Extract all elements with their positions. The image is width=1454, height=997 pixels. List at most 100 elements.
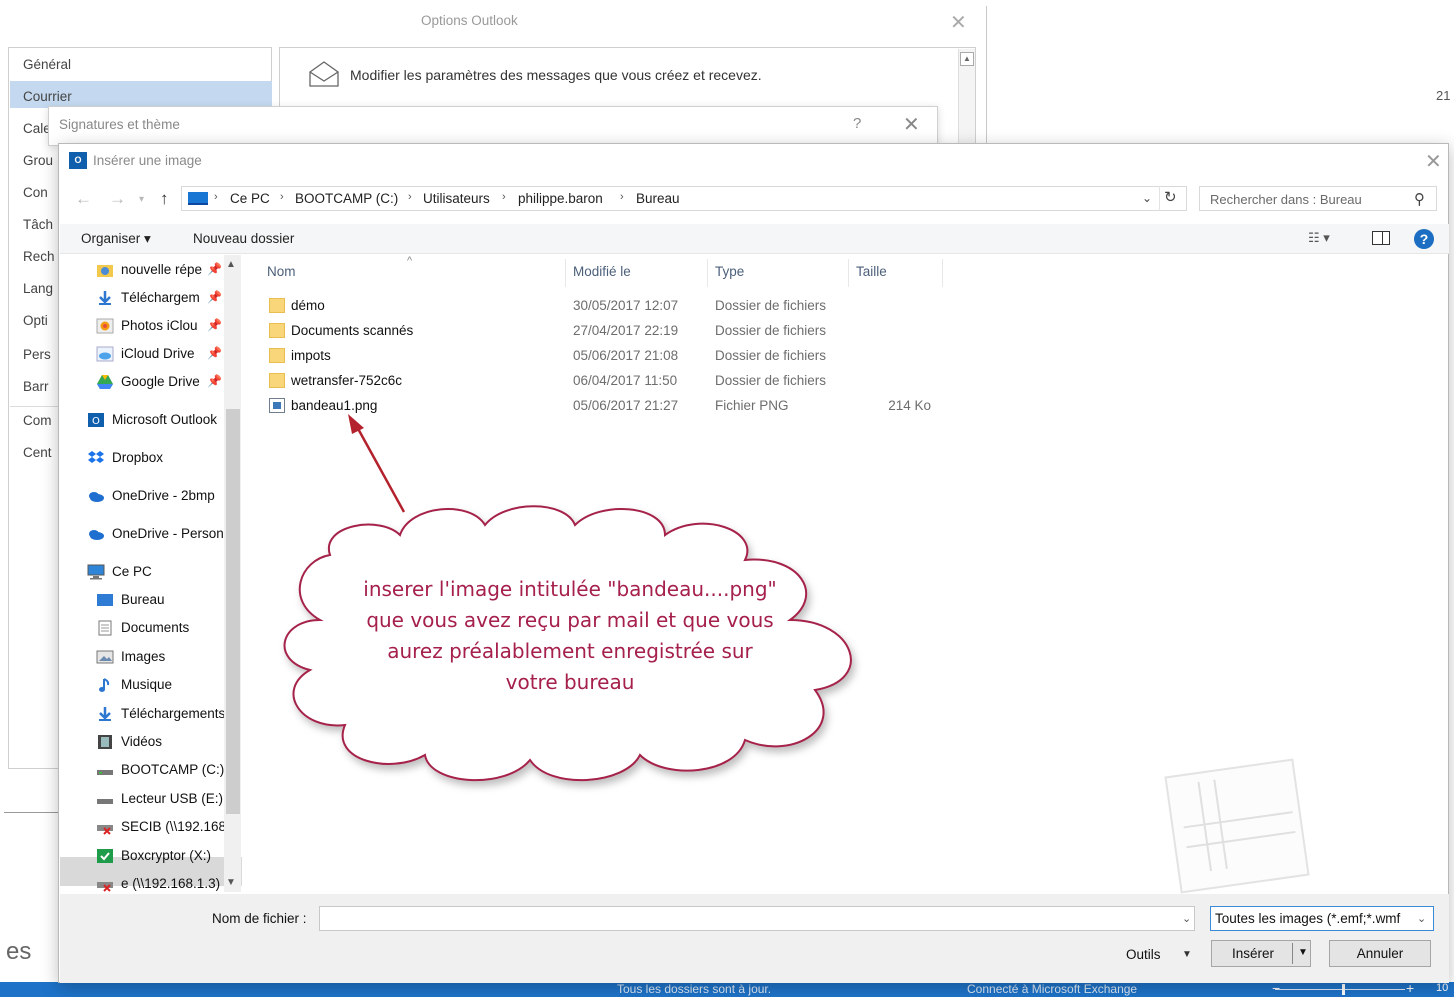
preview-pane-icon[interactable] (1372, 231, 1390, 245)
recent-locations-icon[interactable]: ▾ (139, 194, 144, 205)
back-arrow-icon[interactable]: ← (75, 189, 92, 209)
options-nav-groups[interactable]: Grou (23, 153, 53, 168)
organize-button[interactable]: Organiser ▾ (81, 231, 151, 247)
options-nav-contacts[interactable]: Con (23, 185, 48, 200)
chevron-down-icon[interactable]: ▼ (226, 877, 236, 888)
column-header-type[interactable]: Type (715, 264, 744, 279)
nav-item-microsoft-outlook[interactable]: O Microsoft Outlook (60, 407, 242, 433)
nav-item-boxcryptor[interactable]: Boxcryptor (X:) (60, 843, 242, 869)
nav-item-onedrive-personal[interactable]: OneDrive - Person (60, 521, 242, 547)
chevron-down-icon[interactable]: ⌄ (1417, 912, 1426, 925)
onedrive-icon (89, 530, 104, 540)
chevron-down-icon[interactable]: ▼ (1298, 947, 1308, 958)
network-drive-icon (97, 825, 113, 835)
table-row[interactable]: impots 05/06/2017 21:08 Dossier de fichi… (269, 344, 949, 369)
dialog-close-icon[interactable]: ✕ (1425, 149, 1442, 174)
documents-icon (98, 620, 112, 636)
options-nav-language[interactable]: Lang (23, 281, 53, 296)
nav-item-google-drive[interactable]: Google Drive 📌 (60, 369, 242, 395)
nav-item-videos[interactable]: Vidéos (60, 729, 242, 755)
chevron-down-icon[interactable]: ⌄ (1182, 912, 1191, 925)
nav-item-icloud-drive[interactable]: iCloud Drive 📌 (60, 341, 242, 367)
nav-item-lecteur-usb[interactable]: Lecteur USB (E:) (60, 786, 242, 812)
file-modified: 30/05/2017 12:07 (573, 298, 679, 313)
column-header-name[interactable]: Nom (267, 264, 296, 279)
table-row[interactable]: Documents scannés 27/04/2017 22:19 Dossi… (269, 319, 949, 344)
new-folder-button[interactable]: Nouveau dossier (193, 231, 294, 246)
nav-item-onedrive-2bmp[interactable]: OneDrive - 2bmp (60, 483, 242, 509)
nav-item-dropbox[interactable]: Dropbox (60, 445, 242, 471)
options-nav-search[interactable]: Rech (23, 249, 55, 264)
view-options-icon[interactable]: ☷ ▾ (1308, 230, 1330, 246)
search-input[interactable]: Rechercher dans : Bureau ⚲ (1199, 186, 1437, 211)
options-close-icon[interactable]: ✕ (950, 10, 967, 35)
nav-scrollbar-thumb[interactable] (226, 409, 240, 814)
pin-icon: 📌 (207, 262, 222, 276)
table-row[interactable]: bandeau1.png 05/06/2017 21:27 Fichier PN… (269, 394, 949, 419)
options-nav-personalize[interactable]: Pers (23, 347, 51, 362)
network-drive-icon (97, 882, 113, 892)
options-nav-courrier[interactable]: Courrier (23, 89, 72, 104)
filename-label: Nom de fichier : (212, 911, 307, 926)
column-separator[interactable] (707, 259, 708, 287)
breadcrumb-user[interactable]: philippe.baron (518, 191, 603, 206)
nav-item-bootcamp[interactable]: BOOTCAMP (C:) (60, 757, 242, 783)
breadcrumb-bootcamp[interactable]: BOOTCAMP (C:) (295, 191, 398, 206)
status-bar: Tous les dossiers sont à jour. Connecté … (0, 980, 1454, 997)
options-nav-addins[interactable]: Com (23, 413, 52, 428)
nav-item-ce-pc[interactable]: Ce PC (60, 559, 242, 585)
cancel-button[interactable]: Annuler (1329, 940, 1431, 967)
table-row[interactable]: wetransfer-752c6c 06/04/2017 11:50 Dossi… (269, 369, 949, 394)
file-type-filter[interactable]: Toutes les images (*.emf;*.wmf ⌄ (1210, 906, 1434, 931)
download-icon (99, 707, 111, 721)
chevron-up-icon[interactable]: ▲ (226, 259, 236, 270)
zoom-slider[interactable] (1275, 989, 1405, 990)
zoom-slider-handle[interactable] (1342, 984, 1345, 995)
signatures-close-icon[interactable]: ✕ (903, 112, 920, 137)
tools-button[interactable]: Outils (1126, 947, 1161, 962)
help-icon[interactable]: ? (853, 115, 861, 132)
column-header-size[interactable]: Taille (856, 264, 887, 279)
breadcrumb-bureau[interactable]: Bureau (636, 191, 680, 206)
refresh-icon[interactable]: ↻ (1164, 188, 1177, 206)
options-nav-options[interactable]: Opti (23, 313, 48, 328)
address-bar[interactable]: › Ce PC › BOOTCAMP (C:) › Utilisateurs ›… (181, 186, 1187, 211)
nav-item-nouvelle-repertoire[interactable]: nouvelle répe 📌 (60, 257, 242, 283)
options-nav-trust-center[interactable]: Cent (23, 445, 52, 460)
options-nav-tasks[interactable]: Tâch (23, 217, 53, 232)
options-nav-toolbar[interactable]: Barr (23, 379, 49, 394)
nav-item-secib[interactable]: SECIB (\\192.168 (60, 814, 242, 840)
nav-item-documents[interactable]: Documents (60, 615, 242, 641)
column-header-modified[interactable]: Modifié le (573, 264, 631, 279)
nav-item-telechargements-pinned[interactable]: Téléchargem 📌 (60, 285, 242, 311)
nav-item-photos-icloud[interactable]: Photos iClou 📌 (60, 313, 242, 339)
help-icon[interactable]: ? (1414, 229, 1434, 249)
options-nav-general[interactable]: Général (23, 57, 71, 72)
nav-item-e-network[interactable]: e (\\192.168.1.3) (60, 871, 242, 892)
usb-drive-icon (97, 799, 113, 804)
up-arrow-icon[interactable]: ↑ (160, 189, 169, 209)
nav-item-telechargements[interactable]: Téléchargements (60, 701, 242, 727)
split-divider (1292, 943, 1293, 964)
nav-item-musique[interactable]: Musique (60, 672, 242, 698)
file-modified: 27/04/2017 22:19 (573, 323, 679, 338)
options-nav-calendar[interactable]: Cale (23, 121, 51, 136)
table-row[interactable]: démo 30/05/2017 12:07 Dossier de fichier… (269, 294, 949, 319)
photos-icon (96, 318, 114, 334)
scroll-up-icon[interactable]: ▲ (960, 52, 974, 66)
nav-item-images[interactable]: Images (60, 644, 242, 670)
window-divider (986, 6, 987, 146)
breadcrumb-utilisateurs[interactable]: Utilisateurs (423, 191, 490, 206)
chevron-down-icon[interactable]: ▼ (1182, 949, 1192, 960)
column-separator[interactable] (565, 259, 566, 287)
column-separator[interactable] (942, 259, 943, 287)
insert-button[interactable]: Insérer ▼ (1211, 940, 1311, 967)
address-dropdown-icon[interactable]: ⌄ (1142, 191, 1152, 205)
breadcrumb-ce-pc[interactable]: Ce PC (230, 191, 270, 206)
nav-item-bureau[interactable]: Bureau (60, 587, 242, 613)
forward-arrow-icon[interactable]: → (109, 189, 126, 209)
filename-field[interactable] (319, 906, 1195, 931)
watermark-line (1197, 781, 1213, 872)
search-icon[interactable]: ⚲ (1414, 190, 1425, 208)
column-separator[interactable] (848, 259, 849, 287)
